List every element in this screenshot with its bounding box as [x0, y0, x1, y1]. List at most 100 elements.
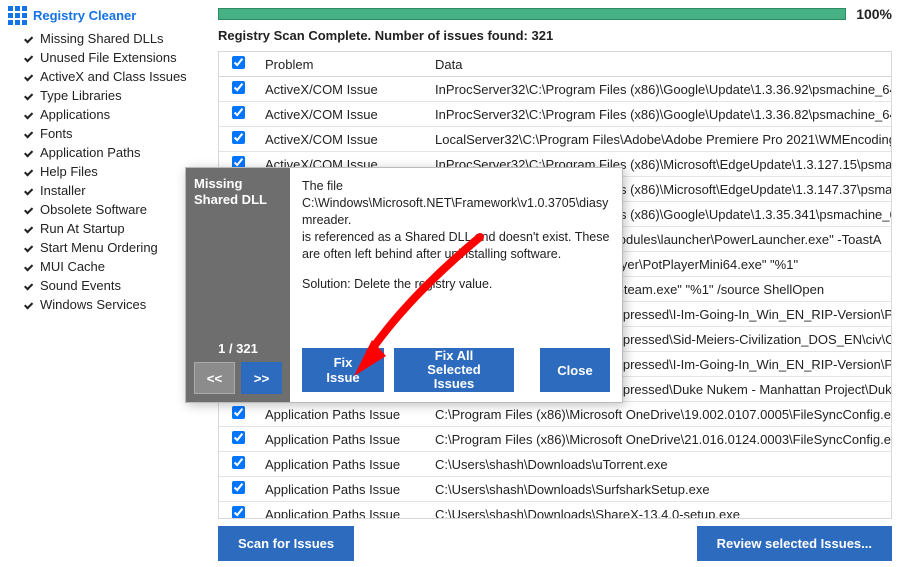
popup-nav-panel: Missing Shared DLL 1 / 321 << >> [186, 168, 290, 402]
sidebar-item-label: Windows Services [40, 297, 146, 312]
row-problem: ActiveX/COM Issue [257, 127, 427, 152]
popup-explain: is referenced as a Shared DLL and doesn'… [302, 230, 609, 261]
header-data[interactable]: Data [427, 52, 891, 77]
check-icon [22, 33, 34, 45]
sidebar-item-label: Start Menu Ordering [40, 240, 158, 255]
row-checkbox[interactable] [232, 506, 245, 518]
sidebar-item-label: Installer [40, 183, 86, 198]
sidebar-item[interactable]: Run At Startup [6, 219, 192, 238]
popup-prev-button[interactable]: << [194, 362, 235, 394]
fix-all-selected-button[interactable]: Fix All Selected Issues [394, 348, 514, 392]
sidebar-item-label: Applications [40, 107, 110, 122]
row-checkbox-cell [219, 102, 257, 127]
check-icon [22, 280, 34, 292]
sidebar-item[interactable]: Applications [6, 105, 192, 124]
sidebar-item[interactable]: Installer [6, 181, 192, 200]
check-icon [22, 204, 34, 216]
progress-percent: 100% [856, 6, 892, 22]
check-icon [22, 261, 34, 273]
popup-body-panel: The file C:\Windows\Microsoft.NET\Framew… [290, 168, 622, 402]
check-icon [22, 71, 34, 83]
popup-file-prefix: The file [302, 179, 343, 193]
progress-bar [218, 8, 846, 20]
grid-icon [8, 6, 27, 25]
sidebar-item[interactable]: Help Files [6, 162, 192, 181]
row-checkbox-cell [219, 427, 257, 452]
progress-row: 100% [218, 6, 892, 22]
row-checkbox-cell [219, 502, 257, 519]
row-checkbox[interactable] [232, 406, 245, 419]
popup-close-button[interactable]: Close [540, 348, 610, 392]
check-icon [22, 166, 34, 178]
sidebar-item[interactable]: ActiveX and Class Issues [6, 67, 192, 86]
sidebar-item[interactable]: Type Libraries [6, 86, 192, 105]
fix-issue-button[interactable]: Fix Issue [302, 348, 384, 392]
check-icon [22, 185, 34, 197]
table-row[interactable]: ActiveX/COM IssueInProcServer32\C:\Progr… [219, 102, 891, 127]
check-icon [22, 90, 34, 102]
sidebar-item[interactable]: Missing Shared DLLs [6, 29, 192, 48]
row-problem: Application Paths Issue [257, 502, 427, 519]
row-checkbox[interactable] [232, 81, 245, 94]
sidebar-item-label: Type Libraries [40, 88, 122, 103]
popup-counter: 1 / 321 [194, 341, 282, 356]
check-icon [22, 223, 34, 235]
table-header-row: Problem Data [219, 52, 891, 77]
sidebar-title-label: Registry Cleaner [33, 8, 136, 23]
popup-next-button[interactable]: >> [241, 362, 282, 394]
check-icon [22, 109, 34, 121]
row-problem: Application Paths Issue [257, 402, 427, 427]
row-checkbox[interactable] [232, 106, 245, 119]
sidebar-list: Missing Shared DLLs Unused File Extension… [6, 29, 192, 314]
scan-for-issues-button[interactable]: Scan for Issues [218, 526, 354, 561]
row-data: C:\Program Files (x86)\Microsoft OneDriv… [427, 427, 891, 452]
row-data: C:\Users\shash\Downloads\ShareX-13.4.0-s… [427, 502, 891, 519]
check-icon [22, 242, 34, 254]
review-selected-issues-button[interactable]: Review selected Issues... [697, 526, 892, 561]
table-row[interactable]: Application Paths IssueC:\Program Files … [219, 427, 891, 452]
row-problem: Application Paths Issue [257, 477, 427, 502]
row-problem: ActiveX/COM Issue [257, 102, 427, 127]
sidebar-item[interactable]: Sound Events [6, 276, 192, 295]
sidebar-item[interactable]: Unused File Extensions [6, 48, 192, 67]
sidebar-item-label: Obsolete Software [40, 202, 147, 217]
header-problem[interactable]: Problem [257, 52, 427, 77]
row-checkbox[interactable] [232, 481, 245, 494]
sidebar-item[interactable]: MUI Cache [6, 257, 192, 276]
sidebar-item[interactable]: Windows Services [6, 295, 192, 314]
sidebar-item-label: Help Files [40, 164, 98, 179]
row-checkbox[interactable] [232, 431, 245, 444]
row-data: C:\Users\shash\Downloads\SurfsharkSetup.… [427, 477, 891, 502]
table-row[interactable]: Application Paths IssueC:\Users\shash\Do… [219, 452, 891, 477]
check-icon [22, 299, 34, 311]
row-data: InProcServer32\C:\Program Files (x86)\Go… [427, 77, 891, 102]
sidebar-item[interactable]: Application Paths [6, 143, 192, 162]
sidebar-item[interactable]: Fonts [6, 124, 192, 143]
popup-actions: Fix Issue Fix All Selected Issues Close [302, 348, 610, 392]
table-row[interactable]: ActiveX/COM IssueInProcServer32\C:\Progr… [219, 77, 891, 102]
sidebar-item-label: Run At Startup [40, 221, 125, 236]
sidebar-item-label: Unused File Extensions [40, 50, 177, 65]
sidebar-item-label: Application Paths [40, 145, 140, 160]
sidebar-title[interactable]: Registry Cleaner [6, 4, 192, 29]
popup-solution: Solution: Delete the registry value. [302, 276, 610, 293]
row-checkbox[interactable] [232, 131, 245, 144]
select-all-checkbox[interactable] [232, 56, 245, 69]
row-checkbox[interactable] [232, 456, 245, 469]
sidebar-item[interactable]: Start Menu Ordering [6, 238, 192, 257]
table-row[interactable]: ActiveX/COM IssueLocalServer32\C:\Progra… [219, 127, 891, 152]
row-problem: Application Paths Issue [257, 452, 427, 477]
sidebar-item-label: MUI Cache [40, 259, 105, 274]
row-data: C:\Users\shash\Downloads\uTorrent.exe [427, 452, 891, 477]
table-row[interactable]: Application Paths IssueC:\Program Files … [219, 402, 891, 427]
table-row[interactable]: Application Paths IssueC:\Users\shash\Do… [219, 477, 891, 502]
sidebar-item-label: ActiveX and Class Issues [40, 69, 187, 84]
sidebar-item-label: Sound Events [40, 278, 121, 293]
bottom-button-bar: Scan for Issues Review selected Issues..… [218, 526, 892, 561]
check-icon [22, 52, 34, 64]
header-checkbox-cell [219, 52, 257, 77]
row-checkbox-cell [219, 452, 257, 477]
sidebar-item[interactable]: Obsolete Software [6, 200, 192, 219]
sidebar-item-label: Fonts [40, 126, 73, 141]
table-row[interactable]: Application Paths IssueC:\Users\shash\Do… [219, 502, 891, 519]
